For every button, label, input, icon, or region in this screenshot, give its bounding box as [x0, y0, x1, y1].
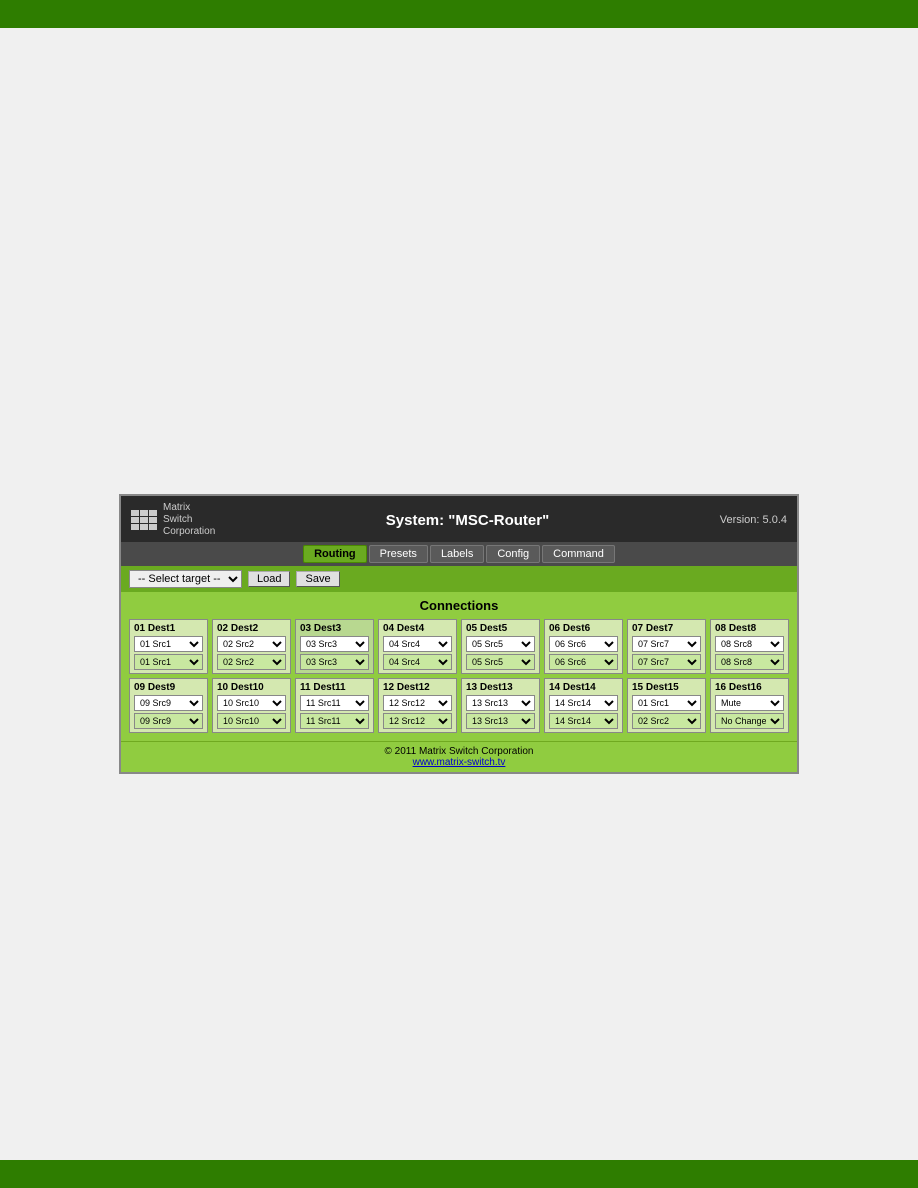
dest-cell-1: 01 Dest1 01 Src1 01 Src1: [129, 619, 208, 674]
load-button[interactable]: Load: [248, 571, 290, 587]
dest-select-12b[interactable]: 12 Src12: [383, 713, 452, 729]
dest-cell-5: 05 Dest5 05 Src5 05 Src5: [461, 619, 540, 674]
dest-select-2a[interactable]: 02 Src2: [217, 636, 286, 652]
dest-select-3a[interactable]: 03 Src3: [300, 636, 369, 652]
dest-label-5: 05 Dest5: [466, 623, 535, 634]
dest-cell-14: 14 Dest14 14 Src14 14 Src14: [544, 678, 623, 733]
panel-header: Matrix Switch Corporation System: "MSC-R…: [121, 496, 797, 542]
dest-label-14: 14 Dest14: [549, 682, 618, 693]
main-content: manuarchive.com Matrix Switch Corporatio…: [0, 28, 918, 1160]
nav-labels[interactable]: Labels: [430, 545, 484, 563]
select-target[interactable]: -- Select target --: [129, 570, 242, 588]
dest-label-12: 12 Dest12: [383, 682, 452, 693]
logo-text: Matrix Switch Corporation: [163, 502, 215, 538]
dest-select-8a[interactable]: 08 Src8: [715, 636, 784, 652]
dest-label-6: 06 Dest6: [549, 623, 618, 634]
footer-copyright: © 2011 Matrix Switch Corporation: [125, 746, 793, 757]
connections-title: Connections: [129, 598, 789, 613]
dest-select-8b[interactable]: 08 Src8: [715, 654, 784, 670]
dest-select-15b[interactable]: 02 Src2: [632, 713, 701, 729]
dest-cell-11: 11 Dest11 11 Src11 11 Src11: [295, 678, 374, 733]
panel-footer: © 2011 Matrix Switch Corporation www.mat…: [121, 741, 797, 772]
dest-select-1b[interactable]: 01 Src1: [134, 654, 203, 670]
dest-label-8: 08 Dest8: [715, 623, 784, 634]
dest-label-10: 10 Dest10: [217, 682, 286, 693]
router-panel: Matrix Switch Corporation System: "MSC-R…: [119, 494, 799, 774]
dest-select-7b[interactable]: 07 Src7: [632, 654, 701, 670]
top-bar: [0, 0, 918, 28]
dest-select-14b[interactable]: 14 Src14: [549, 713, 618, 729]
dest-label-2: 02 Dest2: [217, 623, 286, 634]
dest-label-13: 13 Dest13: [466, 682, 535, 693]
dest-label-11: 11 Dest11: [300, 682, 369, 693]
dest-select-13b[interactable]: 13 Src13: [466, 713, 535, 729]
dest-select-12a[interactable]: 12 Src12: [383, 695, 452, 711]
dest-select-9a[interactable]: 09 Src9: [134, 695, 203, 711]
dest-cell-6: 06 Dest6 06 Src6 06 Src6: [544, 619, 623, 674]
dest-select-16b[interactable]: No Change: [715, 713, 784, 729]
dest-label-4: 04 Dest4: [383, 623, 452, 634]
nav-presets[interactable]: Presets: [369, 545, 428, 563]
dest-select-11a[interactable]: 11 Src11: [300, 695, 369, 711]
dest-select-16a[interactable]: Mute: [715, 695, 784, 711]
footer-link[interactable]: www.matrix-switch.tv: [125, 757, 793, 768]
dest-select-7a[interactable]: 07 Src7: [632, 636, 701, 652]
dest-label-9: 09 Dest9: [134, 682, 203, 693]
version-text: Version: 5.0.4: [720, 514, 787, 526]
dest-cell-3: 03 Dest3 03 Src3 03 Src3: [295, 619, 374, 674]
dest-label-1: 01 Dest1: [134, 623, 203, 634]
logo-grid: [131, 510, 157, 530]
dest-select-10a[interactable]: 10 Src10: [217, 695, 286, 711]
nav-command[interactable]: Command: [542, 545, 615, 563]
dest-cell-12: 12 Dest12 12 Src12 12 Src12: [378, 678, 457, 733]
dest-select-14a[interactable]: 14 Src14: [549, 695, 618, 711]
dest-select-3b[interactable]: 03 Src3: [300, 654, 369, 670]
dest-select-6a[interactable]: 06 Src6: [549, 636, 618, 652]
dest-select-10b[interactable]: 10 Src10: [217, 713, 286, 729]
dest-cell-13: 13 Dest13 13 Src13 13 Src13: [461, 678, 540, 733]
dest-label-16: 16 Dest16: [715, 682, 784, 693]
nav-config[interactable]: Config: [486, 545, 540, 563]
dest-cell-8: 08 Dest8 08 Src8 08 Src8: [710, 619, 789, 674]
system-title: System: "MSC-Router": [215, 512, 719, 529]
dest-select-1a[interactable]: 01 Src1: [134, 636, 203, 652]
dest-cell-9: 09 Dest9 09 Src9 09 Src9: [129, 678, 208, 733]
logo-area: Matrix Switch Corporation: [131, 502, 215, 538]
dest-select-5a[interactable]: 05 Src5: [466, 636, 535, 652]
dest-select-9b[interactable]: 09 Src9: [134, 713, 203, 729]
dest-select-4b[interactable]: 04 Src4: [383, 654, 452, 670]
dest-select-4a[interactable]: 04 Src4: [383, 636, 452, 652]
dest-select-13a[interactable]: 13 Src13: [466, 695, 535, 711]
nav-bar: Routing Presets Labels Config Command: [121, 542, 797, 566]
connections-panel: Connections 01 Dest1 01 Src1 01 Src1 02 …: [121, 592, 797, 741]
dest-cell-16: 16 Dest16 Mute No Change: [710, 678, 789, 733]
connections-grid: 01 Dest1 01 Src1 01 Src1 02 Dest2 02 Src…: [129, 619, 789, 733]
dest-select-2b[interactable]: 02 Src2: [217, 654, 286, 670]
dest-cell-15: 15 Dest15 01 Src1 02 Src2: [627, 678, 706, 733]
bottom-bar: [0, 1160, 918, 1188]
control-bar: -- Select target -- Load Save: [121, 566, 797, 592]
dest-select-11b[interactable]: 11 Src11: [300, 713, 369, 729]
dest-label-3: 03 Dest3: [300, 623, 369, 634]
dest-select-6b[interactable]: 06 Src6: [549, 654, 618, 670]
dest-label-15: 15 Dest15: [632, 682, 701, 693]
save-button[interactable]: Save: [296, 571, 339, 587]
dest-select-5b[interactable]: 05 Src5: [466, 654, 535, 670]
dest-cell-10: 10 Dest10 10 Src10 10 Src10: [212, 678, 291, 733]
dest-label-7: 07 Dest7: [632, 623, 701, 634]
dest-cell-2: 02 Dest2 02 Src2 02 Src2: [212, 619, 291, 674]
dest-cell-7: 07 Dest7 07 Src7 07 Src7: [627, 619, 706, 674]
nav-routing[interactable]: Routing: [303, 545, 367, 563]
dest-cell-4: 04 Dest4 04 Src4 04 Src4: [378, 619, 457, 674]
dest-select-15a[interactable]: 01 Src1: [632, 695, 701, 711]
